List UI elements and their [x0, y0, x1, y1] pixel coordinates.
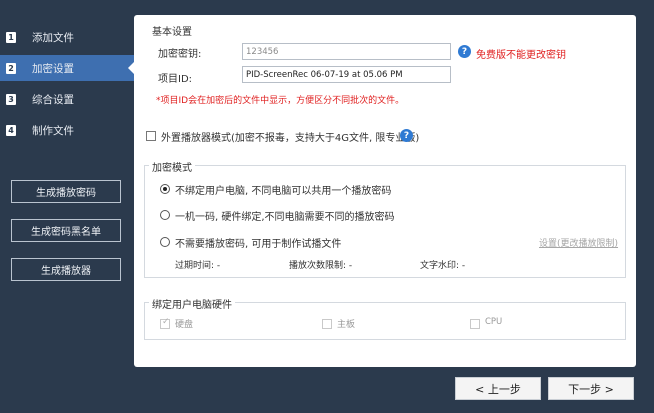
- external-player-label: 外置播放器模式(加密不报毒，支持大于4G文件, 限专业版): [161, 133, 420, 144]
- hardware-binding-group: 绑定用户电脑硬件: [144, 296, 626, 340]
- sidebar-item-label: 添加文件: [32, 31, 74, 44]
- mode-no-password-radio[interactable]: [160, 237, 170, 247]
- mode-no-password-label: 不需要播放密码, 可用于制作试播文件: [175, 239, 342, 250]
- disk-checkbox[interactable]: ✓: [160, 317, 170, 329]
- mode-hardware-bound-radio[interactable]: [160, 210, 170, 220]
- motherboard-label: 主板: [337, 320, 356, 330]
- external-player-checkbox[interactable]: [146, 131, 156, 141]
- project-id-note: *项目ID会在加密后的文件中显示，方便区分不同批次的文件。: [156, 96, 405, 106]
- mode-hardware-bound-label: 一机一码, 硬件绑定,不同电脑需要不同的播放密码: [175, 212, 395, 223]
- key-label: 加密密钥:: [158, 49, 202, 60]
- step-number-badge: 1: [6, 31, 16, 43]
- sidebar-item-make-files[interactable]: 4 制作文件: [0, 117, 134, 143]
- sidebar-item-encrypt-settings[interactable]: 2 加密设置: [0, 55, 134, 81]
- previous-step-button[interactable]: < 上一步: [455, 377, 541, 400]
- cpu-checkbox[interactable]: [470, 319, 480, 329]
- project-id-field[interactable]: [242, 66, 451, 83]
- sidebar-item-label: 制作文件: [32, 124, 74, 137]
- mode-unbound-radio[interactable]: [160, 184, 170, 194]
- step-number-badge: 4: [6, 124, 16, 136]
- generate-password-button[interactable]: 生成播放密码: [11, 180, 121, 203]
- sidebar-item-general-settings[interactable]: 3 综合设置: [0, 86, 134, 112]
- group-title: 加密模式: [149, 159, 195, 174]
- expire-time-label: 过期时间: -: [175, 261, 221, 271]
- step-number-badge: 3: [6, 93, 16, 105]
- main-panel: 基本设置 加密密钥: ? 免费版不能更改密钥 项目ID: *项目ID会在加密后的…: [134, 15, 636, 367]
- sidebar: 1 添加文件 2 加密设置 3 综合设置 4 制作文件 生成播放密码 生成密码黑…: [0, 0, 134, 413]
- sidebar-item-label: 加密设置: [32, 62, 74, 75]
- motherboard-checkbox[interactable]: [322, 319, 332, 329]
- generate-blacklist-button[interactable]: 生成密码黑名单: [11, 219, 121, 242]
- group-title: 基本设置: [149, 23, 195, 38]
- group-title: 绑定用户电脑硬件: [149, 296, 235, 311]
- next-step-button[interactable]: 下一步 >: [548, 377, 634, 400]
- sidebar-item-label: 综合设置: [32, 93, 74, 106]
- project-id-label: 项目ID:: [158, 74, 193, 85]
- mode-unbound-label: 不绑定用户电脑, 不同电脑可以共用一个播放密码: [175, 186, 392, 197]
- watermark-label: 文字水印: -: [420, 261, 466, 271]
- free-version-note: 免费版不能更改密钥: [476, 50, 566, 61]
- change-limits-link[interactable]: 设置(更改播放限制): [539, 236, 618, 249]
- disk-label: 硬盘: [175, 320, 194, 330]
- help-icon[interactable]: ?: [400, 129, 413, 142]
- sidebar-item-add-files[interactable]: 1 添加文件: [0, 24, 134, 50]
- step-number-badge: 2: [6, 62, 16, 74]
- play-count-label: 播放次数限制: -: [289, 261, 353, 271]
- generate-player-button[interactable]: 生成播放器: [11, 258, 121, 281]
- check-icon: ✓: [162, 317, 170, 327]
- encryption-key-field[interactable]: [242, 43, 451, 60]
- cpu-label: CPU: [485, 317, 503, 327]
- help-icon[interactable]: ?: [458, 45, 471, 58]
